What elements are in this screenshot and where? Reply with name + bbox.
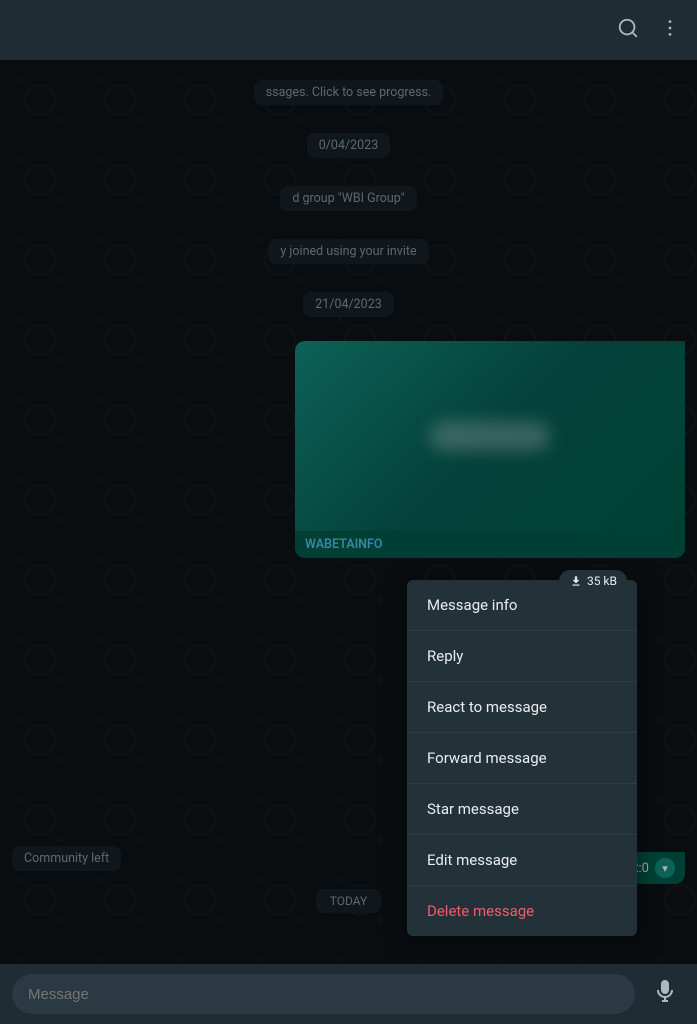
context-menu-item-forward[interactable]: Forward message <box>407 733 637 784</box>
context-menu-item-star[interactable]: Star message <box>407 784 637 835</box>
header <box>0 0 697 60</box>
search-icon[interactable] <box>617 17 639 44</box>
context-menu: Message info Reply React to message Forw… <box>407 580 637 936</box>
more-options-icon[interactable] <box>659 17 681 44</box>
context-menu-item-reply[interactable]: Reply <box>407 631 637 682</box>
file-size-text: 35 kB <box>587 574 617 588</box>
mic-icon[interactable] <box>645 971 685 1017</box>
file-size-badge: 35 kB <box>559 570 627 592</box>
chat-area: ssages. Click to see progress. 0/04/2023… <box>0 60 697 964</box>
context-menu-item-react[interactable]: React to message <box>407 682 637 733</box>
context-menu-item-edit[interactable]: Edit message <box>407 835 637 886</box>
message-input[interactable] <box>12 974 635 1014</box>
context-menu-item-delete[interactable]: Delete message <box>407 886 637 936</box>
bottom-bar <box>0 964 697 1024</box>
download-icon <box>569 574 583 588</box>
